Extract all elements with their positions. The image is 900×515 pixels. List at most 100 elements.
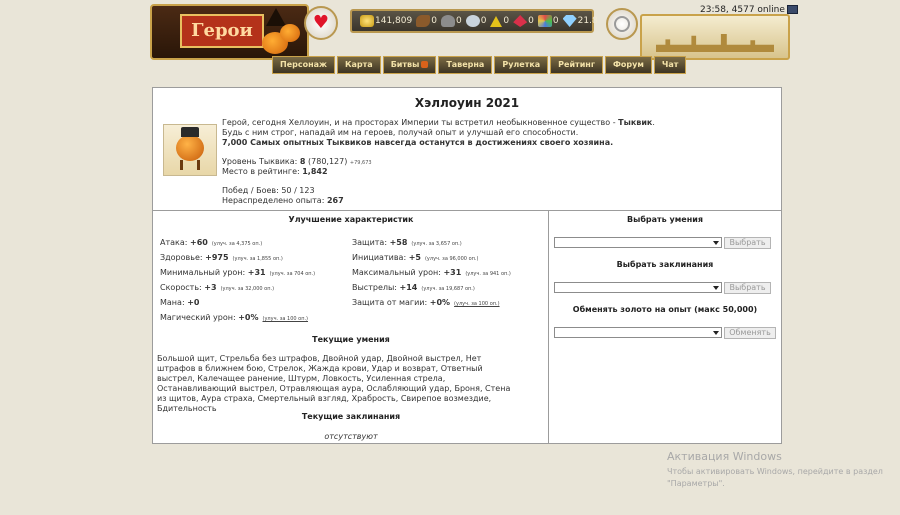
resource-diamond: 21.8 (562, 15, 598, 27)
exchange-select[interactable] (554, 327, 722, 338)
choose-spell-button[interactable]: Выбрать (724, 282, 771, 294)
chevron-down-icon (713, 286, 719, 290)
skills-title: Текущие умения (312, 335, 390, 344)
windows-activation-text: Чтобы активировать Windows, перейдите в … (667, 466, 900, 490)
page-title: Хэллоуин 2021 (414, 96, 520, 110)
exchange-title: Обменять золото на опыт (макс 50,000) (572, 305, 758, 314)
wins-value: 50 / 123 (281, 186, 315, 195)
resource-gems: 0 (537, 15, 559, 27)
nav-rating[interactable]: Рейтинг (550, 56, 603, 74)
crystal-icon (513, 15, 528, 27)
resource-ore: 0 (440, 15, 462, 27)
nav-forum[interactable]: Форум (605, 56, 652, 74)
nav-character[interactable]: Персонаж (272, 56, 335, 74)
choose-skills-title: Выбрать умения (627, 215, 703, 224)
nav-tavern[interactable]: Таверна (438, 56, 493, 74)
chevron-down-icon (713, 241, 719, 245)
upgrade-initiative[interactable]: (улуч. за 96,000 оп.) (425, 256, 478, 262)
witch-hat-icon (266, 8, 286, 26)
rank-line: Место в рейтинге: 1,842 (222, 167, 328, 176)
wins-line: Побед / Боев: 50 / 123 (222, 186, 315, 195)
windows-activation-line2: "Параметры". (667, 479, 725, 488)
diamond-icon (562, 15, 577, 27)
nav-roulette[interactable]: Рулетка (494, 56, 549, 74)
actions-column: Выбрать умения Выбрать Выбрать заклинани… (549, 210, 781, 444)
windows-activation-title: Активация Windows (667, 450, 782, 463)
monitor-icon[interactable] (786, 5, 798, 14)
pumpkin-icon (280, 24, 300, 42)
upgrade-speed[interactable]: (улуч. за 32,000 оп.) (221, 286, 274, 292)
resource-sulfur: 0 (490, 15, 509, 27)
castle-banner[interactable] (640, 14, 790, 60)
stat-shots: Выстрелы: +14 (улуч. за 19,687 оп.) (352, 283, 475, 292)
stat-magic-defense: Защита от магии: +0% (улуч. за 100 оп.) (352, 298, 500, 307)
clock-online-text: 23:58, 4577 online (700, 5, 785, 15)
stat-max-damage: Максимальный урон: +31 (улуч. за 941 оп.) (352, 268, 511, 277)
choose-skill-button[interactable]: Выбрать (724, 237, 771, 249)
upgrade-health[interactable]: (улуч. за 1,855 оп.) (233, 256, 283, 262)
level-line: Уровень Тыквика: 8 (780,127) +79,673 (222, 157, 372, 166)
heart-icon: ♥ (312, 12, 330, 33)
level-exp-plus: +79,673 (349, 160, 372, 166)
upgrade-max-damage[interactable]: (улуч. за 941 оп.) (465, 271, 511, 277)
spells-select[interactable] (554, 282, 722, 293)
game-logo[interactable]: Герои (150, 4, 309, 60)
ring-button[interactable] (606, 8, 638, 40)
logo-text: Герои (180, 14, 264, 48)
main-nav: Персонаж Карта Битвы Таверна Рулетка Рей… (272, 56, 688, 74)
upgrade-min-damage[interactable]: (улуч. за 704 оп.) (270, 271, 316, 277)
pumpkin-icon (176, 135, 204, 161)
creature-name: Тыквик (618, 118, 653, 127)
nav-battles[interactable]: Битвы (382, 56, 437, 74)
nav-chat[interactable]: Чат (653, 56, 687, 74)
resource-bar: 141,809 0 0 0 0 0 0 21.8 (350, 9, 598, 33)
stat-defense: Защита: +58 (улуч. за 3,657 оп.) (352, 238, 462, 247)
game-header: Герои ♥ 141,809 0 0 0 0 0 0 21.8 23:58, … (0, 0, 900, 78)
battle-alert-icon (421, 61, 429, 68)
unspent-exp-line: Нераспределено опыта: 267 (222, 196, 344, 205)
intro-end: . (652, 118, 655, 127)
pumpkin-creature-avatar (163, 124, 217, 176)
stat-initiative: Инициатива: +5 (улуч. за 96,000 оп.) (352, 253, 479, 262)
upgrade-shots[interactable]: (улуч. за 19,687 оп.) (421, 286, 474, 292)
windows-activation-line1: Чтобы активировать Windows, перейдите в … (667, 467, 883, 476)
unspent-exp-value: 267 (326, 196, 344, 205)
legs-icon (180, 160, 200, 170)
stat-health: Здоровье: +975 (улуч. за 1,855 оп.) (160, 253, 283, 262)
intro-text-1: Герой, сегодня Хеллоуин, и на просторах … (222, 118, 619, 127)
exchange-button[interactable]: Обменять (724, 327, 776, 339)
wood-icon (416, 15, 431, 27)
chevron-down-icon (713, 331, 719, 335)
nav-battles-label: Битвы (390, 60, 420, 69)
halloween-panel: Хэллоуин 2021 Герой, сегодня Хеллоуин, и… (152, 87, 782, 444)
gems-icon (537, 15, 552, 27)
stat-min-damage: Минимальный урон: +31 (улуч. за 704 оп.) (160, 268, 316, 277)
level-value: 8 (299, 157, 306, 166)
upgrade-magic-defense[interactable]: (улуч. за 100 оп.) (454, 301, 500, 307)
stat-attack: Атака: +60 (улуч. за 4,375 оп.) (160, 238, 263, 247)
stats-column: Улучшение характеристик Атака: +60 (улуч.… (153, 210, 549, 444)
choose-spells-title: Выбрать заклинания (616, 260, 714, 269)
skills-select[interactable] (554, 237, 722, 248)
event-intro: Герой, сегодня Хеллоуин, и на просторах … (222, 118, 772, 138)
rank-value: 1,842 (302, 167, 328, 176)
stat-mana: Мана: +0 (160, 298, 200, 307)
clock-online: 23:58, 4577 online (700, 5, 798, 15)
resource-gold: 141,809 (360, 15, 412, 27)
stats-title: Улучшение характеристик (288, 215, 414, 224)
hat-icon (181, 127, 199, 137)
castle-icon (656, 34, 774, 52)
mercury-icon (465, 15, 480, 27)
ring-icon (614, 16, 630, 32)
spells-title: Текущие заклинания (301, 412, 401, 421)
fame-text: 7,000 Самых опытных Тыквиков навсегда ос… (222, 138, 614, 147)
skills-list: Большой щит, Стрельба без штрафов, Двойн… (157, 354, 511, 413)
nav-map[interactable]: Карта (336, 56, 381, 74)
level-exp: (780,127) (308, 157, 348, 166)
upgrade-defense[interactable]: (улуч. за 3,657 оп.) (411, 241, 461, 247)
gold-icon (360, 15, 374, 27)
health-button[interactable]: ♥ (304, 6, 338, 40)
upgrade-attack[interactable]: (улуч. за 4,375 оп.) (212, 241, 262, 247)
upgrade-magic-damage[interactable]: (улуч. за 100 оп.) (263, 316, 309, 322)
resource-mercury: 0 (465, 15, 486, 27)
